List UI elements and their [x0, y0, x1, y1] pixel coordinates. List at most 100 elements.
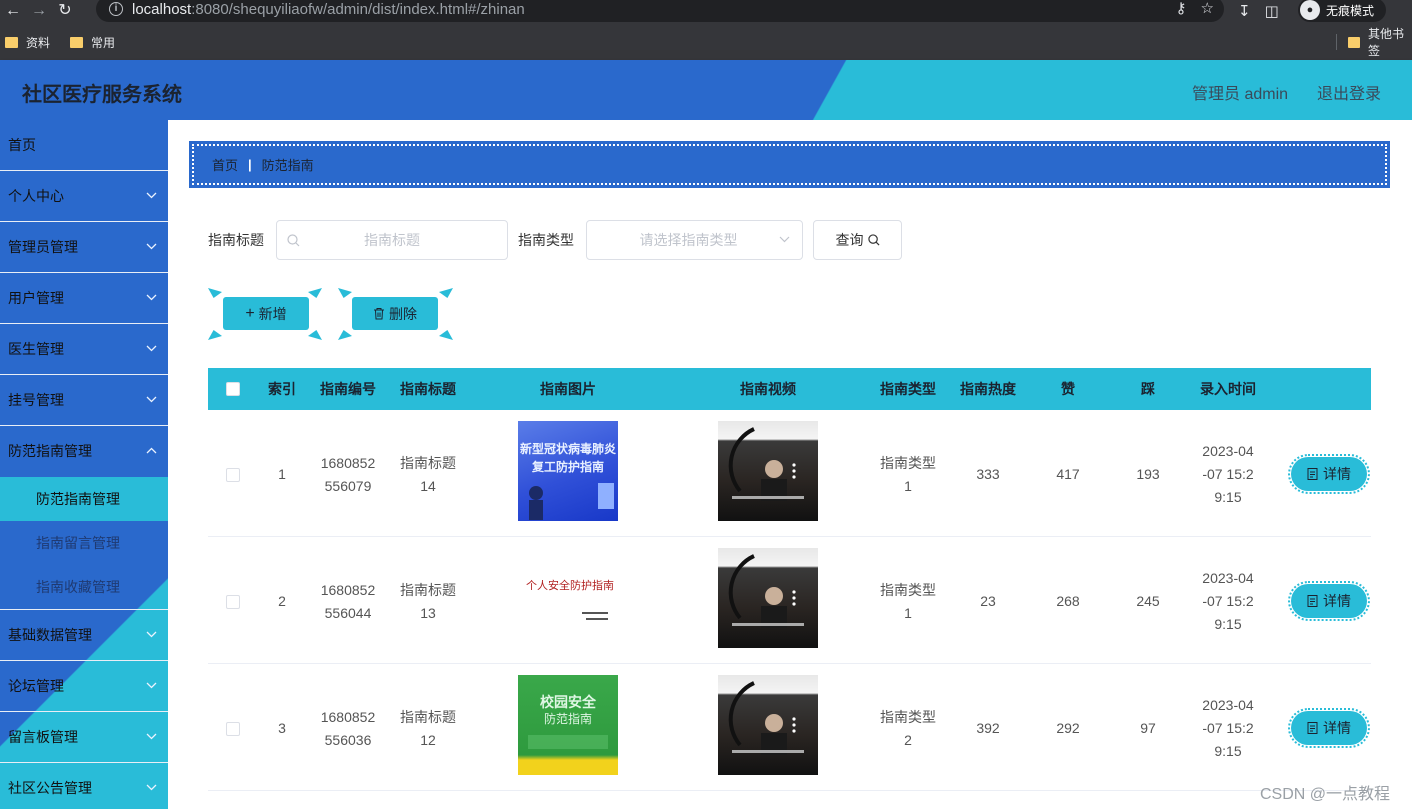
- guide-video[interactable]: [718, 421, 818, 521]
- bookmark-folder[interactable]: 常用: [70, 34, 115, 51]
- chevron-down-icon: [779, 236, 790, 243]
- sidebar-item-users[interactable]: 用户管理: [0, 273, 168, 324]
- row-code-line: 1680852: [320, 455, 376, 471]
- row-likes: 417: [1056, 466, 1080, 482]
- detail-button[interactable]: 详情: [1288, 454, 1370, 494]
- guide-video-thumb: [728, 554, 804, 628]
- guide-image-caption: 个人安全防护指南: [526, 578, 614, 592]
- sidebar-item-message-board[interactable]: 留言板管理: [0, 712, 168, 763]
- guide-image[interactable]: 校园安全 防范指南: [518, 675, 618, 775]
- row-type-line: 指南类型: [880, 709, 936, 725]
- row-index: 1: [278, 466, 286, 482]
- sidebar-item-guide[interactable]: 防范指南管理: [0, 426, 168, 477]
- app-header: 社区医疗服务系统 管理员 admin 退出登录: [0, 60, 1412, 120]
- breadcrumb-home[interactable]: 首页: [212, 155, 238, 174]
- bookmark-folder[interactable]: 资料: [5, 34, 50, 51]
- column-header: 指南标题: [400, 381, 456, 397]
- row-checkbox[interactable]: [226, 468, 240, 482]
- guide-video-thumb: [728, 427, 804, 501]
- csdn-watermark: CSDN @一点教程: [1260, 786, 1391, 803]
- row-type-line: 2: [904, 732, 912, 748]
- sidebar-subitem-guide-manage[interactable]: 防范指南管理: [0, 477, 168, 521]
- row-time: 2023-04 -07 15:2 9:15: [1188, 567, 1268, 636]
- type-select[interactable]: 请选择指南类型: [586, 220, 803, 260]
- sidebar-item-forum[interactable]: 论坛管理: [0, 661, 168, 712]
- sidebar-subitem-guide-comments[interactable]: 指南留言管理: [0, 521, 168, 565]
- incognito-badge[interactable]: ● 无痕模式: [1298, 0, 1387, 22]
- column-header: 赞: [1061, 381, 1075, 397]
- trash-icon: [374, 308, 384, 320]
- incognito-label: 无痕模式: [1326, 3, 1375, 18]
- detail-button[interactable]: 详情: [1288, 708, 1370, 748]
- forward-icon[interactable]: →: [26, 1, 52, 21]
- document-icon: [1307, 595, 1318, 607]
- sidebar-subitem-guide-favorites[interactable]: 指南收藏管理: [0, 565, 168, 609]
- guide-image-caption: 防范指南: [544, 711, 592, 726]
- detail-button-label: 详情: [1323, 466, 1351, 482]
- sidebar-item-personal-center[interactable]: 个人中心: [0, 171, 168, 222]
- add-button[interactable]: + 新增: [223, 297, 309, 330]
- address-bar[interactable]: i localhost:8080/shequyiliaofw/admin/dis…: [96, 0, 1224, 22]
- guide-image[interactable]: 新型冠状病毒肺炎 复工防护指南: [518, 421, 618, 521]
- url-host: localhost: [132, 0, 192, 18]
- bookmarks-bar: 资料 常用 其他书签: [0, 27, 1412, 58]
- sidebar-item-label: 用户管理: [8, 290, 64, 306]
- row-type-line: 指南类型: [880, 455, 936, 471]
- select-all-checkbox[interactable]: [226, 382, 240, 396]
- sidepanel-icon[interactable]: ◫: [1265, 2, 1279, 20]
- title-search-field[interactable]: [276, 220, 508, 260]
- sidebar-item-doctors[interactable]: 医生管理: [0, 324, 168, 375]
- row-title-line: 13: [420, 605, 436, 621]
- sidebar-item-home[interactable]: 首页: [0, 120, 168, 171]
- other-bookmarks[interactable]: 其他书签: [1348, 27, 1412, 58]
- chevron-down-icon: [146, 631, 157, 638]
- logout-link[interactable]: 退出登录: [1317, 80, 1381, 104]
- download-icon[interactable]: ↧: [1238, 2, 1251, 20]
- main-content: 首页 | 防范指南 指南标题 指南类型 请选择指南类型 查询 + 新增: [168, 120, 1412, 809]
- search-icon: [867, 234, 880, 246]
- detail-button-label: 详情: [1323, 593, 1351, 609]
- breadcrumb: 首页 | 防范指南: [189, 141, 1390, 188]
- bookmark-label: 常用: [91, 35, 116, 50]
- row-code: 1680852 556079: [308, 452, 388, 498]
- site-info-icon[interactable]: i: [109, 2, 123, 16]
- sidebar-item-admin[interactable]: 管理员管理: [0, 222, 168, 273]
- folder-icon: [5, 36, 18, 48]
- row-likes: 292: [1056, 720, 1080, 736]
- chevron-down-icon: [146, 294, 157, 301]
- title-filter-label: 指南标题: [208, 232, 264, 248]
- delete-button[interactable]: 删除: [352, 297, 438, 330]
- row-title-line: 指南标题: [400, 582, 456, 598]
- sidebar: 首页 个人中心 管理员管理 用户管理 医生管理 挂号管理 防范指南管理 防范指南…: [0, 120, 168, 809]
- back-icon[interactable]: ←: [0, 1, 26, 21]
- row-checkbox[interactable]: [226, 595, 240, 609]
- add-button-label: 新增: [258, 305, 287, 322]
- chevron-down-icon: [146, 243, 157, 250]
- row-checkbox[interactable]: [226, 722, 240, 736]
- guide-video[interactable]: [718, 548, 818, 648]
- row-code-line: 1680852: [320, 582, 376, 598]
- guide-image[interactable]: 个人安全防护指南: [518, 548, 618, 648]
- guide-image-art: 新型冠状病毒肺炎 复工防护指南: [520, 441, 616, 520]
- row-title-line: 指南标题: [400, 455, 456, 471]
- detail-button[interactable]: 详情: [1288, 581, 1370, 621]
- row-title-line: 12: [420, 732, 436, 748]
- other-bookmarks-label: 其他书签: [1367, 27, 1404, 58]
- sidebar-item-announcements[interactable]: 社区公告管理: [0, 763, 168, 809]
- row-time-line: 2023-04: [1202, 697, 1254, 713]
- guide-video[interactable]: [718, 675, 818, 775]
- column-header: 指南图片: [540, 381, 596, 397]
- reload-icon[interactable]: ↻: [52, 1, 78, 21]
- star-icon[interactable]: ☆: [1201, 0, 1214, 17]
- key-icon[interactable]: ⚷: [1176, 0, 1187, 17]
- sidebar-item-registration[interactable]: 挂号管理: [0, 375, 168, 426]
- url-path: :8080/shequyiliaofw/admin/dist/index.htm…: [191, 0, 525, 18]
- sidebar-item-basic-data[interactable]: 基础数据管理: [0, 610, 168, 661]
- row-title-line: 指南标题: [400, 709, 456, 725]
- bookmark-label: 资料: [26, 35, 51, 50]
- title-search-input[interactable]: [277, 221, 507, 259]
- query-button[interactable]: 查询: [813, 220, 902, 260]
- breadcrumb-separator: |: [248, 157, 252, 172]
- chevron-up-icon: [146, 447, 157, 454]
- chevron-down-icon: [146, 396, 157, 403]
